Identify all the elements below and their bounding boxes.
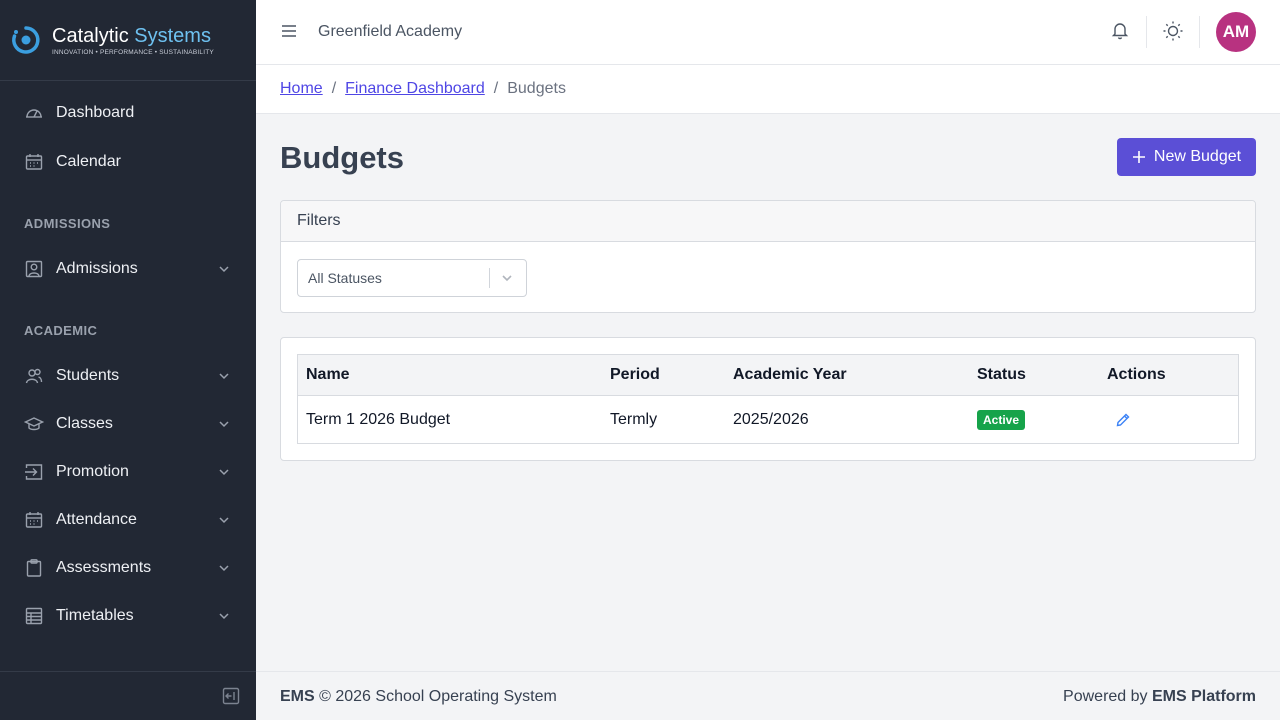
arrow-right-icon	[24, 462, 44, 482]
table-row: Term 1 2026 Budget Termly 2025/2026 Acti…	[298, 396, 1238, 443]
brand-name-part2: Systems	[134, 24, 211, 47]
column-header-status: Status	[977, 366, 1026, 383]
footer-copyright-text: © 2026 School Operating System	[314, 688, 557, 705]
avatar[interactable]: AM	[1216, 12, 1256, 52]
budgets-table-card: Name Period Academic Year Status Actions…	[280, 337, 1256, 461]
sidebar-item-dashboard[interactable]: Dashboard	[0, 91, 256, 135]
column-header-academic-year: Academic Year	[733, 366, 847, 383]
sidebar-footer	[0, 671, 256, 720]
collapse-sidebar-icon[interactable]	[222, 687, 240, 705]
sidebar-item-timetables[interactable]: Timetables	[0, 594, 256, 638]
sidebar-item-label: Students	[56, 367, 120, 384]
new-budget-button[interactable]: New Budget	[1117, 138, 1256, 176]
table-icon	[24, 606, 44, 626]
breadcrumb-home-link[interactable]: Home	[280, 80, 323, 98]
sidebar-item-calendar[interactable]: Calendar	[0, 140, 256, 184]
bell-icon[interactable]	[1110, 20, 1130, 40]
chevron-down-icon	[216, 368, 232, 384]
sidebar-item-label: Timetables	[56, 607, 134, 624]
chevron-down-icon	[216, 608, 232, 624]
cell-status: Active	[977, 396, 1026, 443]
user-frame-icon	[24, 259, 44, 279]
chevron-down-icon	[216, 464, 232, 480]
status-filter-value: All Statuses	[308, 270, 382, 286]
footer-brand: EMS	[280, 688, 315, 705]
brand-name: Catalytic Systems	[52, 25, 214, 47]
footer-powered-text: Powered by	[1063, 688, 1152, 705]
sidebar-item-students[interactable]: Students	[0, 354, 256, 398]
calendar-icon	[24, 510, 44, 530]
sidebar-item-assessments[interactable]: Assessments	[0, 546, 256, 590]
section-label-academic: ACADEMIC	[24, 323, 98, 338]
brand-name-part1: Catalytic	[52, 24, 129, 47]
chevron-down-icon	[500, 271, 514, 285]
divider	[1199, 16, 1200, 48]
cell-academic-year: 2025/2026	[733, 410, 809, 428]
sidebar-item-label: Dashboard	[56, 104, 135, 121]
footer: EMS © 2026 School Operating System Power…	[256, 671, 1280, 720]
breadcrumb-finance-dashboard-link[interactable]: Finance Dashboard	[345, 80, 485, 98]
sidebar-item-label: Calendar	[56, 153, 121, 170]
graduation-cap-icon	[24, 414, 44, 434]
budgets-table: Name Period Academic Year Status Actions…	[297, 354, 1239, 444]
select-divider	[489, 268, 490, 288]
cell-actions	[1115, 396, 1131, 443]
plus-icon	[1132, 150, 1146, 164]
page-title: Budgets	[280, 140, 404, 175]
gauge-icon	[24, 103, 44, 123]
chevron-down-icon	[216, 560, 232, 576]
footer-platform: EMS Platform	[1151, 688, 1256, 705]
status-badge: Active	[977, 409, 1026, 430]
column-header-name: Name	[306, 366, 350, 383]
menu-icon[interactable]	[280, 22, 298, 40]
chevron-down-icon	[216, 416, 232, 432]
footer-powered-by: Powered by EMS Platform	[1063, 688, 1256, 706]
brand[interactable]: Catalytic Systems INNOVATION • PERFORMAN…	[0, 0, 256, 81]
chevron-down-icon	[216, 512, 232, 528]
school-name: Greenfield Academy	[318, 23, 463, 40]
users-icon	[24, 366, 44, 386]
sidebar-item-attendance[interactable]: Attendance	[0, 498, 256, 542]
calendar-icon	[24, 152, 44, 172]
filters-header: Filters	[281, 201, 1255, 242]
breadcrumb-separator: /	[493, 80, 499, 97]
new-budget-label: New Budget	[1153, 148, 1242, 165]
breadcrumb-current: Budgets	[507, 80, 566, 97]
table-header: Name Period Academic Year Status Actions	[298, 355, 1238, 396]
filters-card: Filters All Statuses	[280, 200, 1256, 313]
pencil-icon[interactable]	[1115, 412, 1131, 428]
column-header-actions: Actions	[1107, 366, 1166, 383]
breadcrumb: Home / Finance Dashboard / Budgets	[256, 65, 1280, 114]
sidebar-item-classes[interactable]: Classes	[0, 402, 256, 446]
sidebar-item-admissions[interactable]: Admissions	[0, 247, 256, 291]
sidebar-item-promotion[interactable]: Promotion	[0, 450, 256, 494]
sidebar-item-label: Assessments	[56, 559, 152, 576]
breadcrumb-separator: /	[331, 80, 337, 97]
sidebar-item-label: Admissions	[56, 260, 138, 277]
sidebar-item-label: Attendance	[56, 511, 137, 528]
catalytic-logo-icon	[10, 24, 42, 56]
section-label-admissions: ADMISSIONS	[24, 216, 111, 231]
footer-copyright: EMS © 2026 School Operating System	[280, 688, 557, 706]
sidebar: Catalytic Systems INNOVATION • PERFORMAN…	[0, 0, 256, 720]
sun-icon[interactable]	[1162, 20, 1184, 42]
status-filter-select[interactable]: All Statuses	[297, 259, 527, 297]
divider	[1146, 16, 1147, 48]
brand-tagline: INNOVATION • PERFORMANCE • SUSTAINABILIT…	[52, 48, 214, 56]
topbar: Greenfield Academy AM	[256, 0, 1280, 65]
chevron-down-icon	[216, 261, 232, 277]
cell-name: Term 1 2026 Budget	[306, 410, 451, 428]
sidebar-item-label: Classes	[56, 415, 113, 432]
column-header-period: Period	[610, 366, 660, 383]
clipboard-icon	[24, 558, 44, 578]
sidebar-item-label: Promotion	[56, 463, 129, 480]
cell-period: Termly	[610, 410, 658, 428]
